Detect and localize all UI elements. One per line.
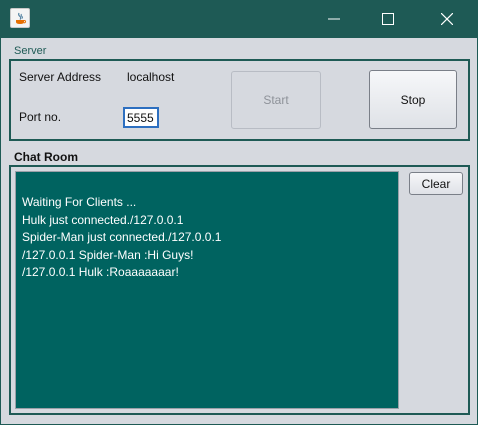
close-icon: [441, 13, 453, 25]
clear-button[interactable]: Clear: [409, 172, 463, 195]
java-app-icon[interactable]: [10, 8, 30, 28]
chat-message: Hulk just connected./127.0.0.1: [22, 212, 184, 227]
chat-message: Spider-Man just connected./127.0.0.1: [22, 230, 222, 244]
chat-log[interactable]: Waiting For Clients ... Hulk just connec…: [15, 171, 399, 409]
title-bar[interactable]: [0, 0, 478, 38]
server-window: Server Server Address localhost Port no.…: [0, 0, 478, 425]
server-address-label: Server Address: [19, 70, 102, 84]
chat-message: Waiting For Clients ...: [22, 195, 137, 209]
chat-message: /127.0.0.1 Hulk :Roaaaaaaar!: [22, 265, 179, 279]
chat-room-title: Chat Room: [14, 150, 78, 164]
maximize-icon: [382, 13, 394, 25]
port-label: Port no.: [19, 110, 62, 124]
port-input[interactable]: [123, 107, 159, 128]
content-pane: Server Server Address localhost Port no.…: [1, 38, 477, 424]
maximize-button[interactable]: [361, 0, 415, 38]
server-group-title: Server: [14, 45, 47, 57]
minimize-button[interactable]: [307, 0, 361, 38]
server-address-value: localhost: [127, 70, 175, 84]
minimize-icon: [328, 18, 340, 20]
chat-message: /127.0.0.1 Spider-Man :Hi Guys!: [22, 247, 194, 262]
start-button[interactable]: Start: [231, 71, 321, 129]
stop-button[interactable]: Stop: [369, 70, 457, 129]
close-button[interactable]: [420, 0, 474, 38]
